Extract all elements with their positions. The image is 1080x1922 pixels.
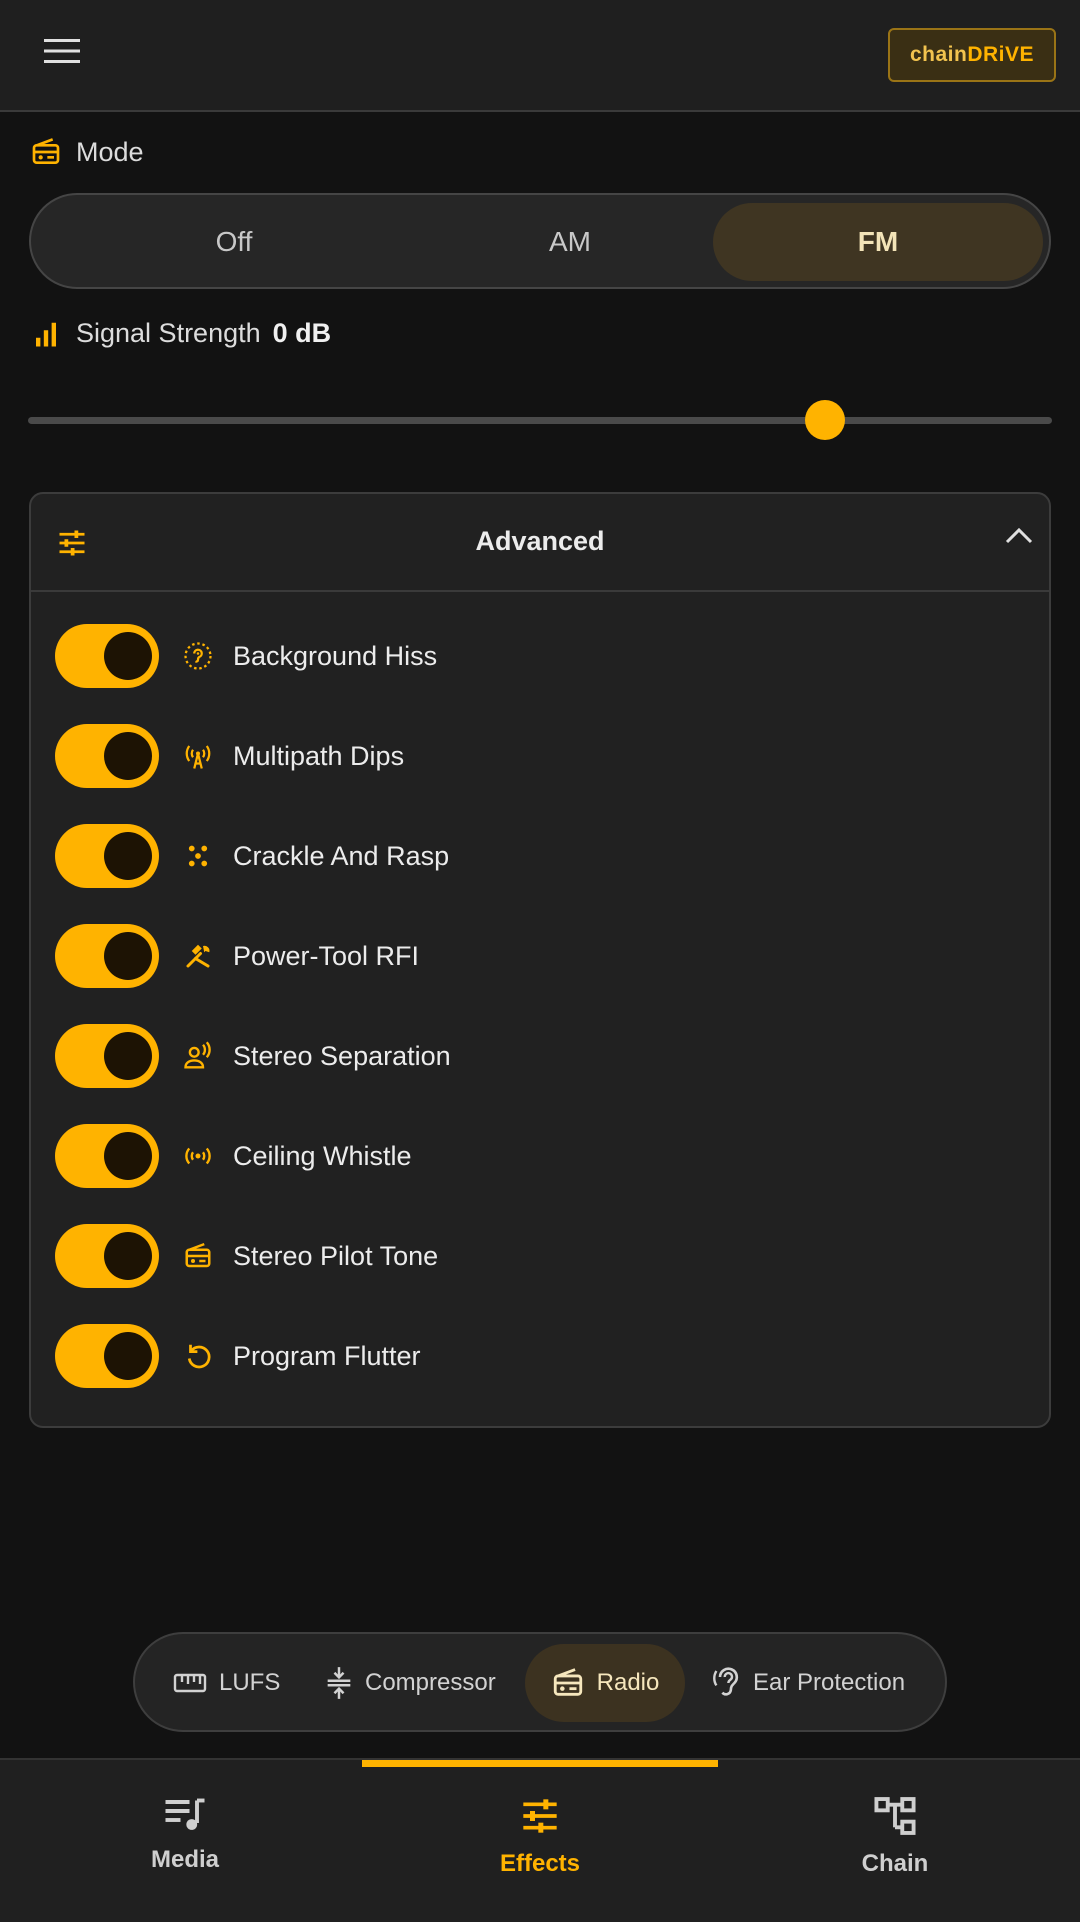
hiss-icon — [183, 641, 213, 671]
mode-option-off[interactable]: Off — [69, 203, 399, 281]
toggle-label: Multipath Dips — [233, 740, 405, 771]
mode-segmented-control: Off AM FM — [29, 193, 1051, 289]
background-hiss-switch[interactable] — [55, 624, 159, 688]
chain-tree-icon — [874, 1796, 916, 1836]
switch-knob — [104, 832, 152, 880]
nav-effects-label: Effects — [499, 1850, 581, 1877]
toggle-label: Power-Tool RFI — [233, 940, 420, 971]
nav-media-label: Media — [150, 1846, 219, 1873]
toggle-row-program-flutter: Program Flutter — [55, 1324, 421, 1388]
toggle-label: Program Flutter — [233, 1340, 421, 1371]
antenna-icon — [183, 741, 213, 771]
dots-icon — [183, 841, 213, 871]
app-logo[interactable]: chain DRiVE — [888, 28, 1056, 82]
mode-section-label: Mode — [30, 136, 144, 168]
active-tab-indicator — [362, 1760, 718, 1767]
rotate-icon — [183, 1341, 213, 1371]
toggle-row-stereo-separation: Stereo Separation — [55, 1024, 451, 1088]
ceiling-whistle-switch[interactable] — [55, 1124, 159, 1188]
signal-strength-text: Signal Strength — [76, 318, 261, 348]
multipath-dips-switch[interactable] — [55, 724, 159, 788]
tab-ear-protection[interactable]: Ear Protection — [711, 1644, 905, 1722]
toggle-label: Ceiling Whistle — [233, 1140, 412, 1171]
tab-radio[interactable]: Radio — [525, 1644, 685, 1722]
signal-strength-slider[interactable] — [28, 400, 1052, 440]
nav-chain[interactable]: Chain — [795, 1796, 995, 1878]
bottom-navigation: Media Effects Chain — [0, 1758, 1080, 1922]
chevron-up-icon[interactable] — [1003, 524, 1035, 548]
nav-chain-label: Chain — [861, 1850, 929, 1877]
toggle-row-multipath-dips: Multipath Dips — [55, 724, 404, 788]
switch-knob — [104, 1132, 152, 1180]
slider-thumb[interactable] — [805, 400, 845, 440]
ruler-icon — [173, 1671, 207, 1695]
toggle-row-stereo-pilot-tone: Stereo Pilot Tone — [55, 1224, 438, 1288]
switch-knob — [104, 932, 152, 980]
mode-option-am[interactable]: AM — [405, 203, 735, 281]
switch-knob — [104, 1032, 152, 1080]
toggle-row-power-tool-rfi: Power-Tool RFI — [55, 924, 419, 988]
toggle-label: Background Hiss — [233, 640, 438, 671]
toggle-label: Stereo Pilot Tone — [233, 1240, 439, 1271]
signal-bars-icon — [30, 319, 62, 349]
switch-knob — [104, 732, 152, 780]
stereo-pilot-tone-switch[interactable] — [55, 1224, 159, 1288]
signal-strength-value: 0 dB — [272, 318, 332, 348]
advanced-title: Advanced — [475, 526, 605, 556]
radio-icon — [30, 136, 62, 168]
radio-icon — [551, 1666, 585, 1700]
logo-text-chain: chain — [909, 43, 968, 66]
logo-text-drive: DRiVE — [967, 43, 1035, 66]
top-bar: chain DRiVE — [0, 0, 1080, 112]
voice-icon — [183, 1041, 213, 1071]
advanced-panel: Advanced Background Hiss Multipath Dips … — [29, 492, 1051, 1428]
tab-ear-protection-label: Ear Protection — [753, 1669, 906, 1696]
toggle-row-ceiling-whistle: Ceiling Whistle — [55, 1124, 412, 1188]
toggle-label: Stereo Separation — [233, 1040, 451, 1071]
power-tool-rfi-switch[interactable] — [55, 924, 159, 988]
switch-knob — [104, 632, 152, 680]
program-flutter-switch[interactable] — [55, 1324, 159, 1388]
advanced-header[interactable]: Advanced — [31, 494, 1049, 592]
tune-icon — [520, 1796, 560, 1836]
tab-lufs[interactable]: LUFS — [173, 1644, 280, 1722]
toggle-row-crackle-and-rasp: Crackle And Rasp — [55, 824, 449, 888]
broadcast-icon — [183, 1141, 213, 1171]
nav-effects[interactable]: Effects — [440, 1796, 640, 1878]
radio-icon — [183, 1241, 213, 1271]
signal-strength-label: Signal Strength 0 dB — [30, 318, 331, 349]
mode-label: Mode — [76, 136, 144, 167]
nav-media[interactable]: Media — [85, 1796, 285, 1874]
slider-track[interactable] — [28, 417, 1052, 424]
switch-knob — [104, 1332, 152, 1380]
tab-compressor-label: Compressor — [365, 1669, 496, 1696]
tab-lufs-label: LUFS — [219, 1669, 281, 1696]
queue-music-icon — [164, 1796, 206, 1832]
mode-option-fm[interactable]: FM — [713, 203, 1043, 281]
crackle-and-rasp-switch[interactable] — [55, 824, 159, 888]
compress-icon — [325, 1666, 353, 1700]
switch-knob — [104, 1232, 152, 1280]
toggle-label: Crackle And Rasp — [233, 840, 450, 871]
toggle-row-background-hiss: Background Hiss — [55, 624, 437, 688]
tab-radio-label: Radio — [596, 1669, 660, 1696]
stereo-separation-switch[interactable] — [55, 1024, 159, 1088]
hamburger-icon[interactable] — [44, 38, 84, 72]
effects-tab-bar: LUFS Compressor Radio Ear Protection — [133, 1632, 947, 1732]
tab-compressor[interactable]: Compressor — [325, 1644, 496, 1722]
tools-icon — [183, 941, 213, 971]
ear-icon — [711, 1665, 741, 1701]
